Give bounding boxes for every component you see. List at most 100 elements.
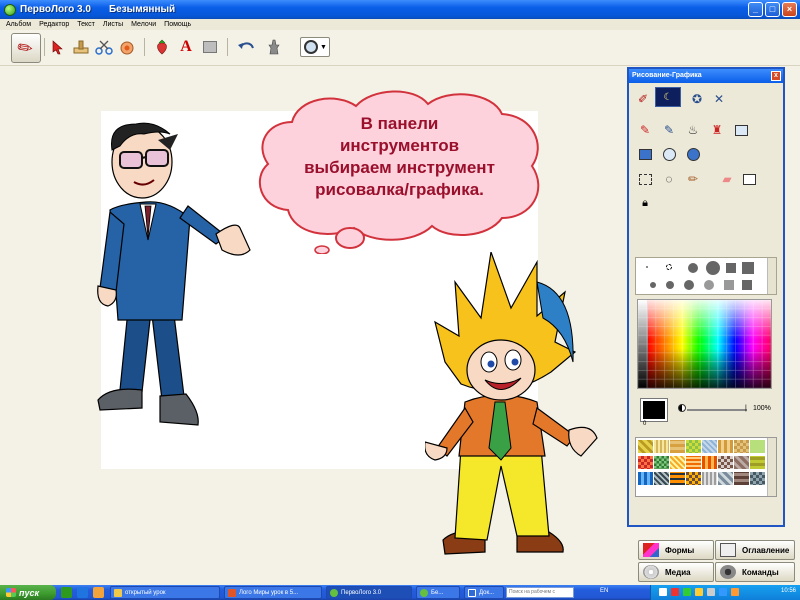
brush-size-picker[interactable] bbox=[635, 257, 777, 295]
texture-swatch[interactable] bbox=[654, 456, 669, 469]
texture-swatch[interactable] bbox=[718, 456, 733, 469]
forms-button[interactable]: Формы bbox=[638, 540, 714, 560]
texture-swatch[interactable] bbox=[686, 472, 701, 485]
current-color-swatch[interactable] bbox=[640, 398, 668, 422]
menu-editor[interactable]: Редактор bbox=[39, 21, 69, 28]
lasso-tool-button[interactable]: ◌ bbox=[659, 169, 679, 189]
filled-rectangle-tool-button[interactable] bbox=[635, 144, 655, 164]
eraser-tool-button[interactable]: ▰ bbox=[717, 169, 737, 189]
texture-swatch[interactable] bbox=[670, 440, 685, 453]
tray-icon[interactable] bbox=[707, 588, 715, 596]
texture-scrollbar[interactable] bbox=[767, 438, 776, 496]
brush-size-option[interactable] bbox=[742, 262, 754, 274]
texture-swatch[interactable] bbox=[670, 472, 685, 485]
brush-size-option[interactable] bbox=[666, 281, 674, 289]
color-palette[interactable] bbox=[637, 299, 772, 389]
start-button[interactable]: пуск bbox=[0, 585, 56, 600]
brush-size-option[interactable] bbox=[704, 280, 714, 290]
brush-size-option[interactable] bbox=[742, 280, 752, 290]
menu-misc[interactable]: Мелочи bbox=[131, 21, 156, 28]
quicklaunch-icon[interactable] bbox=[77, 587, 88, 598]
taskbar-item[interactable]: Док... bbox=[464, 586, 504, 599]
eyedropper-tool-button[interactable]: ✏ bbox=[683, 169, 703, 189]
brush-size-option[interactable] bbox=[688, 263, 698, 273]
fill-tool-button[interactable]: ♜ bbox=[707, 120, 727, 140]
close-button[interactable]: × bbox=[782, 2, 797, 17]
texture-swatch[interactable] bbox=[638, 472, 653, 485]
quicklaunch-icon[interactable] bbox=[93, 587, 104, 598]
quicklaunch-icon[interactable] bbox=[61, 587, 72, 598]
select-tool-button[interactable] bbox=[635, 169, 655, 189]
texture-swatch[interactable] bbox=[670, 456, 685, 469]
texture-swatch[interactable] bbox=[654, 472, 669, 485]
taskbar-item[interactable]: ПервоЛого 3.0 bbox=[326, 586, 412, 599]
opacity-slider[interactable] bbox=[687, 409, 747, 411]
desktop-search-input[interactable]: Поиск на рабочем с bbox=[506, 587, 574, 598]
pointer-tool-button[interactable] bbox=[48, 36, 68, 58]
texture-swatch[interactable] bbox=[702, 472, 717, 485]
shape-picker-dropdown[interactable]: ▼ bbox=[300, 37, 330, 57]
lock-button[interactable]: 🔒︎ bbox=[635, 193, 655, 213]
tools-mode-button[interactable]: ✕ bbox=[709, 89, 729, 109]
stamp-mode-button[interactable]: ✪ bbox=[687, 89, 707, 109]
brush-size-option[interactable] bbox=[724, 280, 734, 290]
menu-help[interactable]: Помощь bbox=[164, 21, 191, 28]
texture-swatch[interactable] bbox=[750, 440, 765, 453]
tray-icon[interactable] bbox=[683, 588, 691, 596]
texture-swatch[interactable] bbox=[750, 456, 765, 469]
brush-size-option[interactable] bbox=[706, 261, 720, 275]
texture-swatch[interactable] bbox=[654, 440, 669, 453]
pen-tool-button[interactable]: ✎ bbox=[659, 120, 679, 140]
texture-swatch[interactable] bbox=[686, 456, 701, 469]
brush-size-option[interactable] bbox=[646, 266, 648, 268]
tray-icon[interactable] bbox=[719, 588, 727, 596]
brush-size-option[interactable] bbox=[650, 282, 656, 288]
spray-tool-button[interactable]: ♨ bbox=[683, 120, 703, 140]
panel-close-button[interactable]: x bbox=[771, 71, 781, 81]
brush-size-option[interactable] bbox=[726, 263, 736, 273]
texture-swatch[interactable] bbox=[702, 440, 717, 453]
rectangle-tool-button[interactable] bbox=[200, 36, 220, 58]
tray-icon[interactable] bbox=[659, 588, 667, 596]
texture-swatch[interactable] bbox=[734, 440, 749, 453]
media-button[interactable]: Медиа bbox=[638, 562, 714, 582]
oval-outline-tool-button[interactable] bbox=[659, 144, 679, 164]
night-scene-mode-button[interactable]: ☾ bbox=[655, 87, 681, 107]
texture-picker[interactable] bbox=[635, 437, 777, 497]
rubber-stamp-tool-button[interactable] bbox=[71, 36, 91, 58]
taskbar-item[interactable]: открытый урок bbox=[110, 586, 220, 599]
language-indicator[interactable]: EN bbox=[600, 588, 608, 594]
texture-swatch[interactable] bbox=[686, 440, 701, 453]
commands-button[interactable]: Команды bbox=[715, 562, 795, 582]
menu-text[interactable]: Текст bbox=[77, 21, 95, 28]
menu-album[interactable]: Альбом bbox=[6, 21, 31, 28]
texture-swatch[interactable] bbox=[750, 472, 765, 485]
texture-swatch[interactable] bbox=[702, 456, 717, 469]
brush-size-option[interactable] bbox=[684, 280, 694, 290]
fruit-tool-button[interactable] bbox=[152, 36, 172, 58]
maximize-button[interactable]: □ bbox=[765, 2, 780, 17]
texture-swatch[interactable] bbox=[638, 440, 653, 453]
copy-tool-button[interactable] bbox=[739, 169, 759, 189]
taskbar-item[interactable]: Лого Миры урок в 5... bbox=[224, 586, 322, 599]
draw-mode-button[interactable]: ✐ bbox=[633, 89, 653, 109]
brush-size-option[interactable] bbox=[666, 264, 672, 270]
hand-tool-button[interactable] bbox=[117, 36, 137, 58]
texture-swatch[interactable] bbox=[718, 440, 733, 453]
menu-sheets[interactable]: Листы bbox=[103, 21, 123, 28]
texture-swatch[interactable] bbox=[638, 456, 653, 469]
pencil-tool-button[interactable]: ✎ bbox=[635, 120, 655, 140]
brush-scrollbar[interactable] bbox=[767, 258, 776, 294]
scissors-tool-button[interactable] bbox=[94, 36, 114, 58]
contents-button[interactable]: Оглавление bbox=[715, 540, 795, 560]
texture-swatch[interactable] bbox=[734, 472, 749, 485]
minimize-button[interactable]: _ bbox=[748, 2, 763, 17]
filled-oval-tool-button[interactable] bbox=[683, 144, 703, 164]
tray-icon[interactable] bbox=[671, 588, 679, 596]
taskbar-item[interactable]: Бе... bbox=[416, 586, 460, 599]
texture-swatch[interactable] bbox=[734, 456, 749, 469]
texture-swatch[interactable] bbox=[718, 472, 733, 485]
drawing-tool-button[interactable]: ✎ bbox=[11, 33, 41, 63]
tray-icon[interactable] bbox=[695, 588, 703, 596]
rectangle-outline-tool-button[interactable] bbox=[731, 120, 751, 140]
